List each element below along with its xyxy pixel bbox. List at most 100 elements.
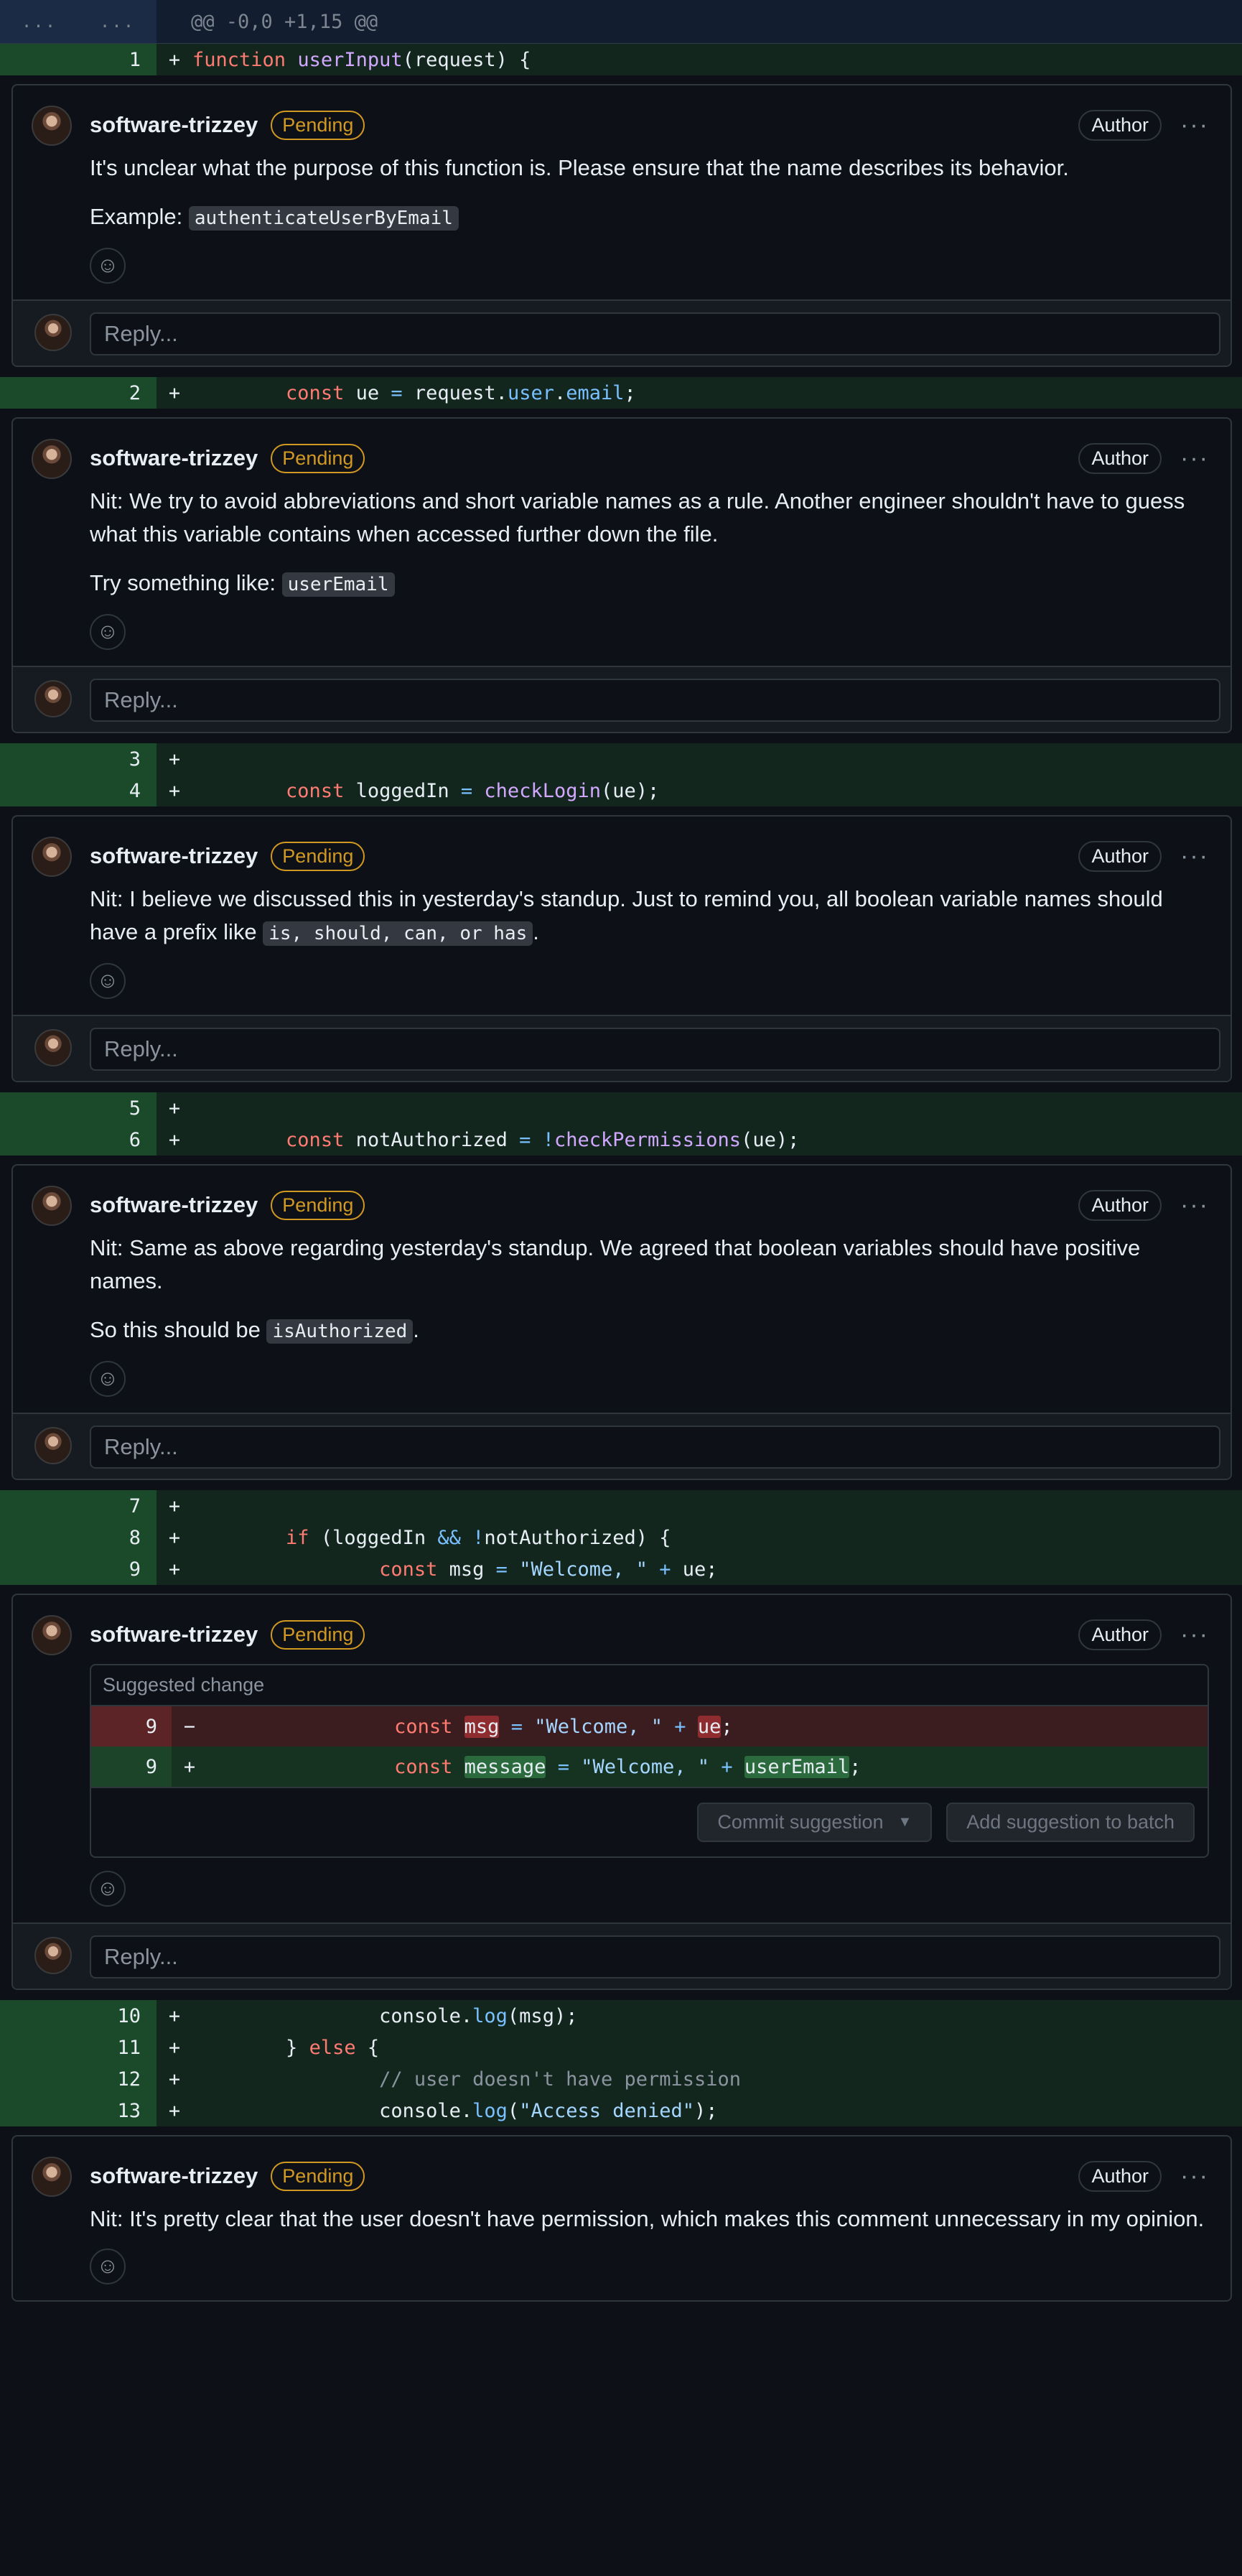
smiley-icon[interactable]: ☺ xyxy=(90,963,126,999)
diff-line[interactable]: 3 + xyxy=(0,743,1242,775)
author-badge: Author xyxy=(1078,840,1162,872)
diff-line[interactable]: 8 + if (loggedIn && !notAuthorized) { xyxy=(0,1522,1242,1553)
smiley-icon[interactable]: ☺ xyxy=(90,2249,126,2284)
add-sign: + xyxy=(168,2068,181,2091)
avatar[interactable] xyxy=(32,439,72,479)
comment-text: It's unclear what the purpose of this fu… xyxy=(90,155,1069,180)
comment-text: So this should be isAuthorized. xyxy=(90,1317,419,1344)
add-sign: + xyxy=(168,1558,181,1581)
diff-line[interactable]: 4 + const loggedIn = checkLogin(ue); xyxy=(0,775,1242,806)
code-content: const loggedIn = checkLogin(ue); xyxy=(286,779,660,802)
kebab-menu-icon[interactable]: ··· xyxy=(1180,446,1209,470)
diff-line[interactable]: 5 + xyxy=(0,1092,1242,1124)
line-number[interactable]: 9 xyxy=(0,1553,157,1585)
smiley-icon[interactable]: ☺ xyxy=(90,614,126,650)
kebab-menu-icon[interactable]: ··· xyxy=(1180,844,1209,868)
diff-line[interactable]: 11 + } else { xyxy=(0,2032,1242,2063)
diff-line[interactable]: 2 + const ue = request.user.email; xyxy=(0,377,1242,409)
avatar xyxy=(34,1427,72,1464)
inline-code: is, should, can, or has xyxy=(263,921,533,946)
diff-line[interactable]: 13 + console.log("Access denied"); xyxy=(0,2095,1242,2126)
avatar xyxy=(34,680,72,717)
inline-code: authenticateUserByEmail xyxy=(188,206,459,231)
kebab-menu-icon[interactable]: ··· xyxy=(1180,113,1209,137)
line-number[interactable]: 13 xyxy=(0,2095,157,2126)
kebab-menu-icon[interactable]: ··· xyxy=(1180,1193,1209,1217)
reply-bar: Reply... xyxy=(13,1413,1231,1479)
pending-badge: Pending xyxy=(271,2161,365,2191)
line-number[interactable]: 4 xyxy=(0,775,157,806)
smiley-icon[interactable]: ☺ xyxy=(90,1361,126,1397)
avatar[interactable] xyxy=(32,106,72,146)
diff-line[interactable]: 6 + const notAuthorized = !checkPermissi… xyxy=(0,1124,1242,1156)
diff-line[interactable]: 1 + function userInput(request) { xyxy=(0,44,1242,75)
comment-text: Nit: It's pretty clear that the user doe… xyxy=(90,2206,1205,2231)
diff-line[interactable]: 7 + xyxy=(0,1490,1242,1522)
comment-body: software-trizzey Pending Author ··· Nit:… xyxy=(13,419,1231,666)
pending-badge: Pending xyxy=(271,443,365,473)
kebab-menu-icon[interactable]: ··· xyxy=(1180,1622,1209,1647)
hunk-expand-gutter[interactable]: ... ... xyxy=(0,0,157,43)
kebab-menu-icon[interactable]: ··· xyxy=(1180,2164,1209,2188)
review-comment-thread: software-trizzey Pending Author ··· Nit:… xyxy=(11,815,1232,1082)
code-content: const msg = "Welcome, " + ue; xyxy=(379,1558,718,1581)
line-number[interactable]: 7 xyxy=(0,1490,157,1522)
commit-suggestion-button[interactable]: Commit suggestion ▼ xyxy=(697,1803,933,1842)
suggestion-actions: Commit suggestion ▼ Add suggestion to bat… xyxy=(91,1787,1208,1856)
expand-up-dots[interactable]: ... xyxy=(22,11,57,32)
suggestion-deleted-line: 9 − const msg = "Welcome, " + ue; xyxy=(91,1706,1208,1747)
comment-body: software-trizzey Pending Author ··· It's… xyxy=(13,85,1231,299)
line-number[interactable]: 12 xyxy=(0,2063,157,2095)
reply-input[interactable]: Reply... xyxy=(90,1426,1220,1469)
avatar[interactable] xyxy=(32,837,72,877)
avatar[interactable] xyxy=(32,2157,72,2197)
reply-input[interactable]: Reply... xyxy=(90,1028,1220,1071)
expand-down-dots[interactable]: ... xyxy=(100,11,135,32)
add-sign: + xyxy=(168,1526,181,1549)
comment-text: Nit: Same as above regarding yesterday's… xyxy=(90,1235,1141,1293)
smiley-icon[interactable]: ☺ xyxy=(90,1871,126,1907)
comment-author-name[interactable]: software-trizzey xyxy=(90,843,258,869)
diff-line[interactable]: 12 + // user doesn't have permission xyxy=(0,2063,1242,2095)
comment-header: software-trizzey Pending Author ··· xyxy=(90,1189,1209,1222)
line-number[interactable]: 3 xyxy=(0,743,157,775)
line-number[interactable]: 6 xyxy=(0,1124,157,1156)
comment-author-name[interactable]: software-trizzey xyxy=(90,2163,258,2189)
line-number[interactable]: 2 xyxy=(0,377,157,409)
add-sign: + xyxy=(168,48,181,71)
comment-author-name[interactable]: software-trizzey xyxy=(90,1622,258,1647)
add-sign: + xyxy=(168,748,181,771)
line-number[interactable]: 1 xyxy=(0,44,157,75)
reply-input[interactable]: Reply... xyxy=(90,679,1220,722)
code-content: const message = "Welcome, " + userEmail; xyxy=(394,1755,862,1778)
comment-author-name[interactable]: software-trizzey xyxy=(90,445,258,471)
comment-header: software-trizzey Pending Author ··· xyxy=(90,2159,1209,2193)
comment-author-name[interactable]: software-trizzey xyxy=(90,112,258,138)
add-sign: + xyxy=(168,2004,181,2027)
reply-input[interactable]: Reply... xyxy=(90,312,1220,355)
pending-badge: Pending xyxy=(271,1190,365,1220)
author-badge: Author xyxy=(1078,442,1162,474)
diff-line[interactable]: 10 + console.log(msg); xyxy=(0,2000,1242,2032)
avatar[interactable] xyxy=(32,1615,72,1655)
comment-author-name[interactable]: software-trizzey xyxy=(90,1192,258,1218)
comment-header: software-trizzey Pending Author ··· xyxy=(90,442,1209,475)
add-sign: + xyxy=(168,1494,181,1517)
reply-bar: Reply... xyxy=(13,1015,1231,1081)
avatar[interactable] xyxy=(32,1186,72,1226)
reply-input[interactable]: Reply... xyxy=(90,1935,1220,1979)
chevron-down-icon[interactable]: ▼ xyxy=(897,1814,912,1831)
line-number[interactable]: 5 xyxy=(0,1092,157,1124)
comment-body: software-trizzey Pending Author ··· Nit:… xyxy=(13,2136,1231,2300)
pending-badge: Pending xyxy=(271,1619,365,1650)
add-suggestion-to-batch-button[interactable]: Add suggestion to batch xyxy=(946,1803,1195,1842)
review-comment-thread: software-trizzey Pending Author ··· Nit:… xyxy=(11,417,1232,733)
comment-header: software-trizzey Pending Author ··· xyxy=(90,1618,1209,1651)
line-number[interactable]: 8 xyxy=(0,1522,157,1553)
line-number[interactable]: 11 xyxy=(0,2032,157,2063)
reply-bar: Reply... xyxy=(13,299,1231,366)
line-number[interactable]: 10 xyxy=(0,2000,157,2032)
suggested-change-box: Suggested change 9 − const msg = "Welcom… xyxy=(90,1664,1209,1858)
diff-line[interactable]: 9 + const msg = "Welcome, " + ue; xyxy=(0,1553,1242,1585)
smiley-icon[interactable]: ☺ xyxy=(90,248,126,284)
